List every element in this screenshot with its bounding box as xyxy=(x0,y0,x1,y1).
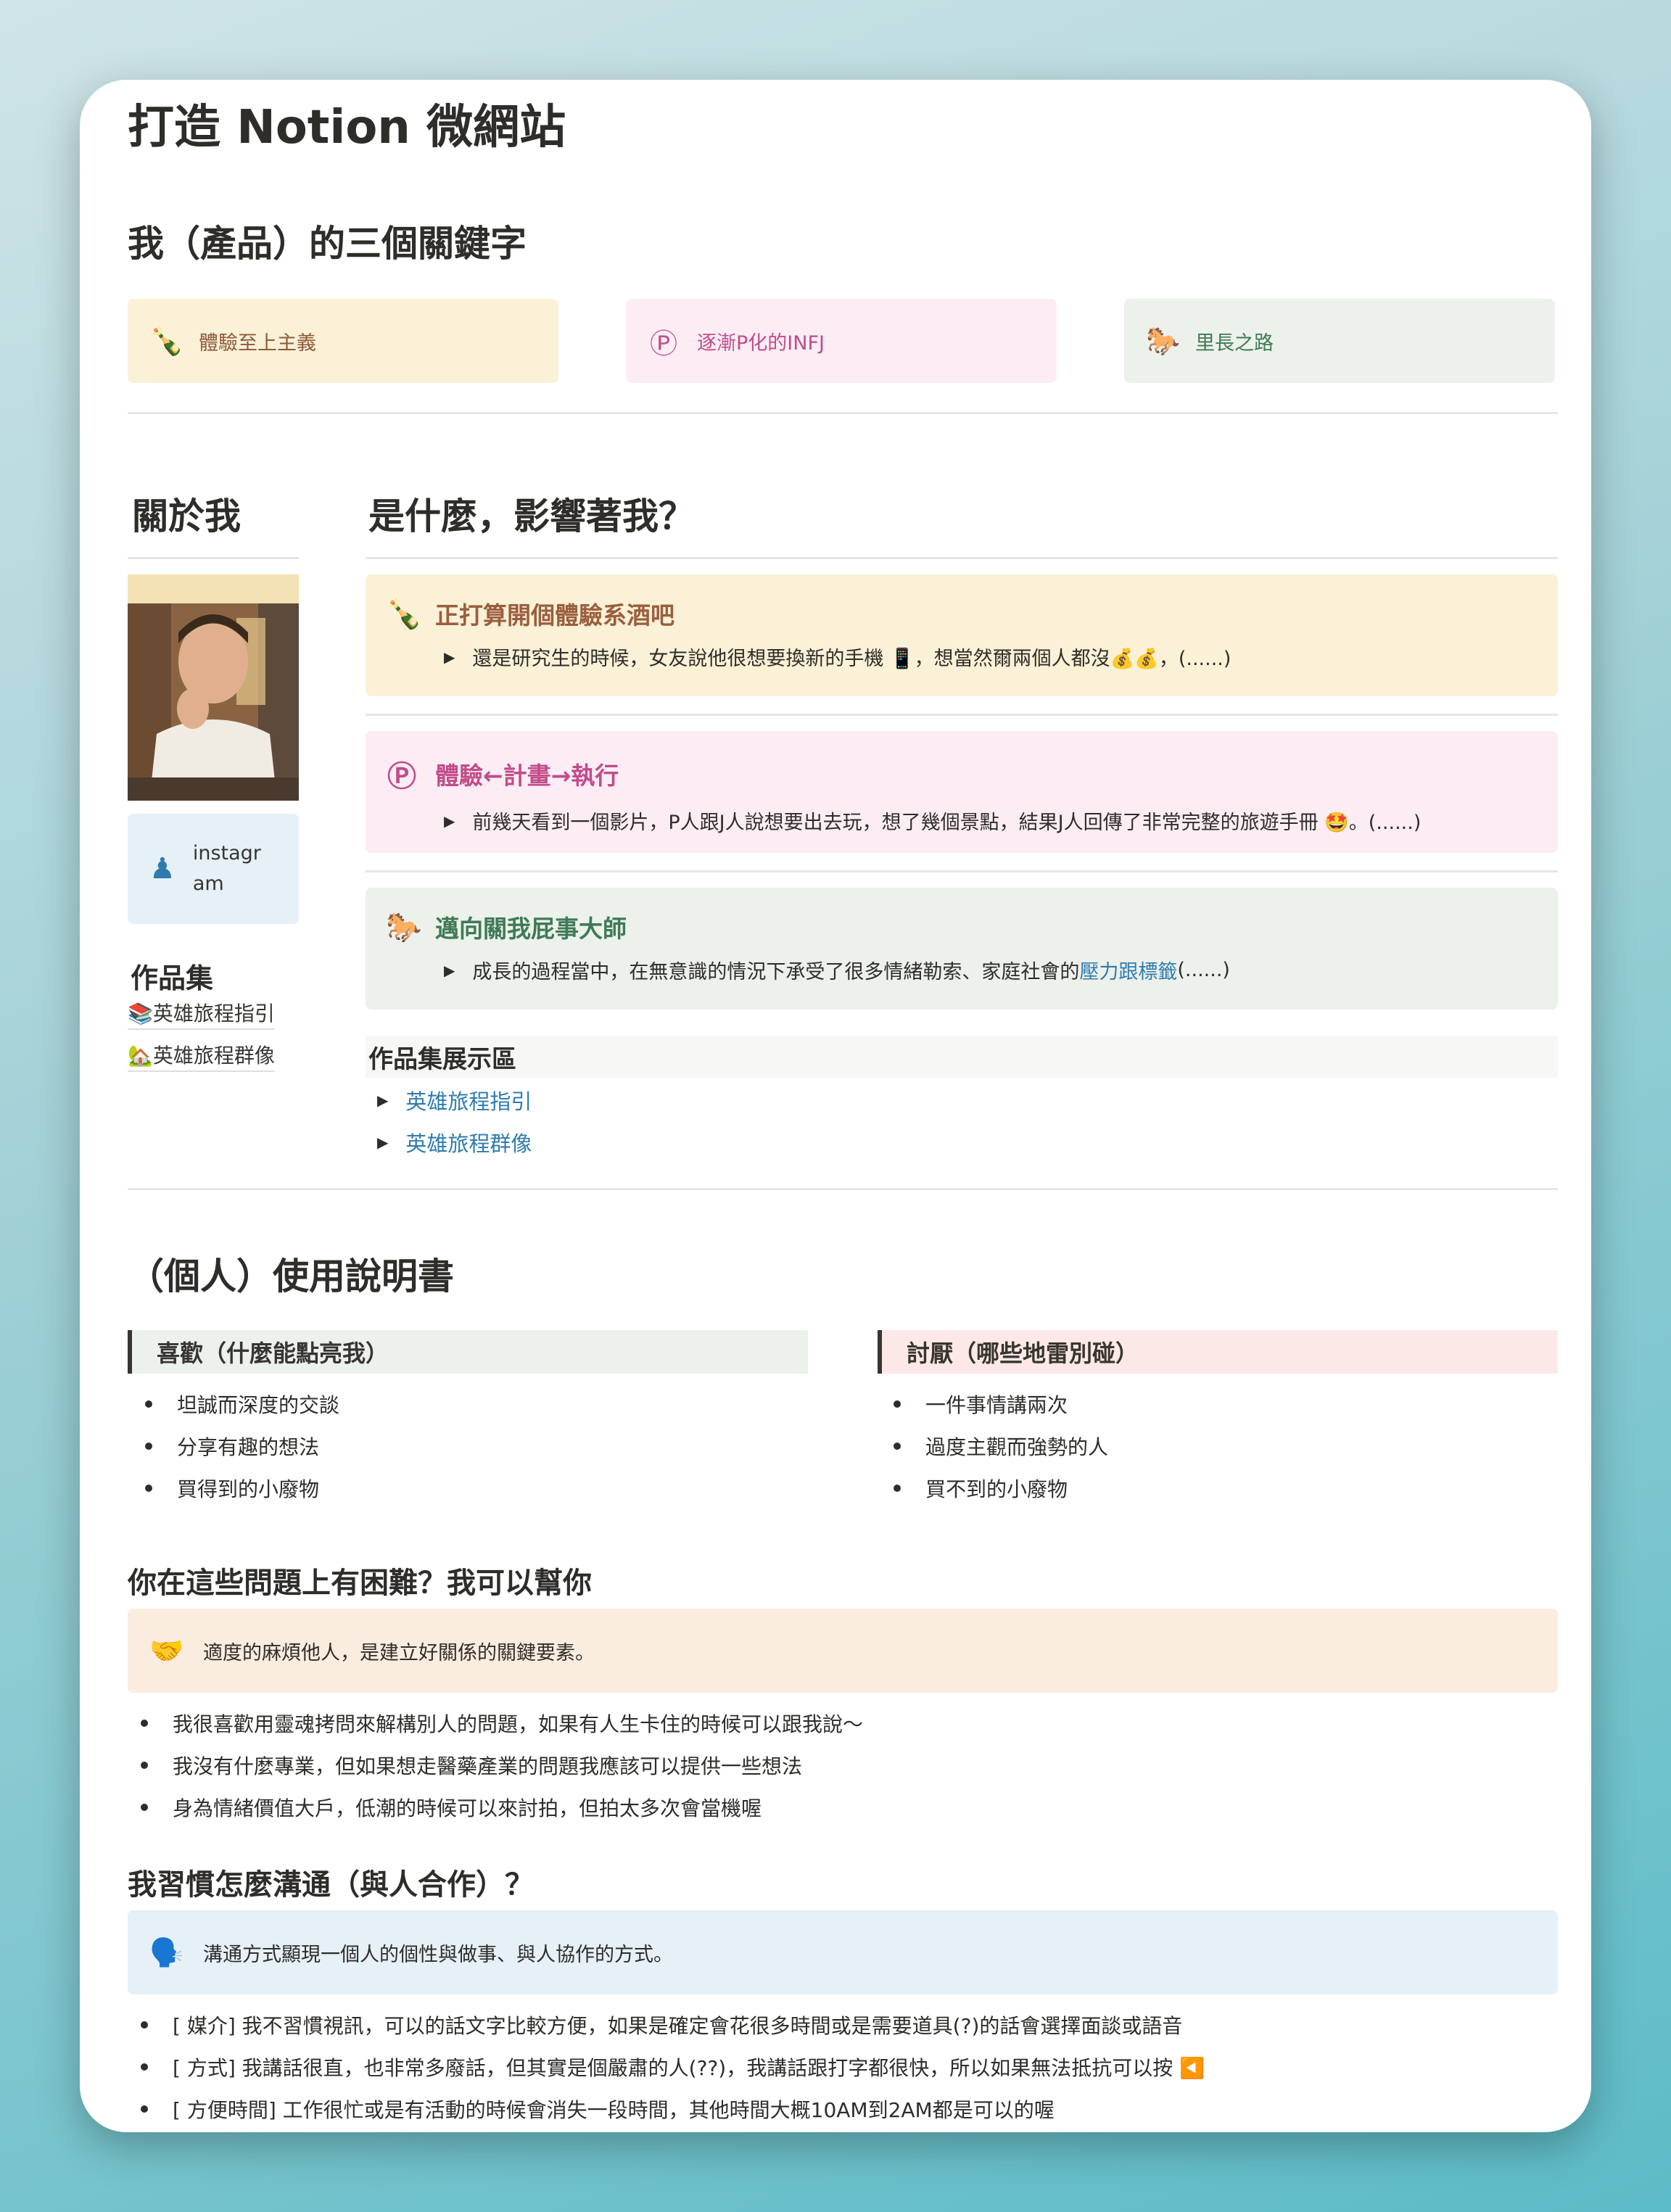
keyword-card-infj[interactable]: Ⓟ 逐漸P化的INFJ xyxy=(626,299,1057,383)
about-heading: 關於我 xyxy=(132,495,241,537)
influence-text: 前幾天看到一個影片，P人跟J人說想要出去玩，想了幾個景點，結果J人回傳了非常完整… xyxy=(472,812,1422,834)
divider xyxy=(128,412,1558,414)
influence-text: 成長的過程當中，在無意識的情況下承受了很多情緒勒索、家庭社會的 xyxy=(472,961,1080,983)
manual-heading: （個人）使用說明書 xyxy=(128,1255,454,1297)
influence-text-tail: (......) xyxy=(1177,959,1230,981)
p-circle-icon: Ⓟ xyxy=(649,327,677,360)
showcase-heading: 作品集展示區 xyxy=(366,1036,1558,1078)
list-item: 我很喜歡用靈魂拷問來解構別人的問題，如果有人生卡住的時候可以跟我說～ xyxy=(141,1709,863,1738)
bottle-icon: 🍾 xyxy=(149,324,184,357)
keyword-label: 逐漸P化的INFJ xyxy=(697,331,825,355)
list-item: 買得到的小廢物 xyxy=(145,1474,319,1503)
communicate-callout: 🗣️ 溝通方式顯現一個人的個性與做事、與人協作的方式。 xyxy=(128,1910,1558,1994)
list-item: [ 媒介] 我不習慣視訊，可以的話文字比較方便，如果是確定會花很多時間或是需要道… xyxy=(141,2010,1182,2039)
showcase-toggle-guide[interactable]: ▶ 英雄旅程指引 xyxy=(377,1085,532,1115)
influence-toggle[interactable]: ▶ 前幾天看到一個影片，P人跟J人說想要出去玩，想了幾個景點，結果J人回傳了非常… xyxy=(386,806,1558,835)
list-item: 坦誠而深度的交談 xyxy=(145,1390,339,1419)
likes-heading: 喜歡（什麼能點亮我） xyxy=(128,1330,808,1374)
portfolio-link-gallery[interactable]: 🏡英雄旅程群像 xyxy=(128,1040,275,1072)
influence-title: 邁向關我屁事大師 xyxy=(435,915,627,943)
keyword-card-experience[interactable]: 🍾 體驗至上主義 xyxy=(128,299,558,383)
influence-text: 還是研究生的時候，女友說他很想要換新的手機 📱，想當然爾兩個人都沒💰💰，(...… xyxy=(472,648,1231,670)
list-item: 一件事情講兩次 xyxy=(894,1390,1068,1419)
help-heading: 你在這些問題上有困難？我可以幫你 xyxy=(128,1567,592,1600)
dislikes-heading: 討厭（哪些地雷別碰） xyxy=(878,1330,1558,1374)
list-item: 分享有趣的想法 xyxy=(145,1432,319,1461)
divider xyxy=(128,557,299,559)
page-card: 打造 Notion 微網站 我（產品）的三個關鍵字 🍾 體驗至上主義 Ⓟ 逐漸P… xyxy=(80,80,1591,2132)
instagram-label: instagram xyxy=(192,842,261,895)
keyword-label: 里長之路 xyxy=(1195,331,1274,355)
influence-toggle[interactable]: ▶ 還是研究生的時候，女友說他很想要換新的手機 📱，想當然爾兩個人都沒💰💰，(.… xyxy=(386,643,1558,671)
influence-callout-bar: 🍾 正打算開個體驗系酒吧 ▶ 還是研究生的時候，女友說他很想要換新的手機 📱，想… xyxy=(366,574,1558,696)
help-callout: 🤝 適度的麻煩他人，是建立好關係的關鍵要素。 xyxy=(128,1609,1558,1693)
communicate-heading: 我習慣怎麼溝通（與人合作）？ xyxy=(128,1868,534,1902)
profile-photo-illustration xyxy=(128,574,299,801)
influences-heading: 是什麼，影響著我？ xyxy=(368,495,695,537)
divider xyxy=(366,714,1558,716)
influence-callout-master: 🐎 邁向關我屁事大師 ▶ 成長的過程當中，在無意識的情況下承受了很多情緒勒索、家… xyxy=(366,888,1558,1010)
showcase-link[interactable]: 英雄旅程群像 xyxy=(405,1127,532,1157)
portfolio-link-guide[interactable]: 📚英雄旅程指引 xyxy=(128,998,275,1030)
list-item: 過度主觀而強勢的人 xyxy=(894,1432,1108,1461)
portfolio-heading: 作品集 xyxy=(131,962,214,994)
triangle-right-icon[interactable]: ▶ xyxy=(444,962,455,979)
list-item: [ 方便時間] 工作很忙或是有活動的時候會消失一段時間，其他時間大概10AM到2… xyxy=(141,2095,1055,2124)
bottle-icon: 🍾 xyxy=(386,597,422,631)
showcase-link[interactable]: 英雄旅程指引 xyxy=(405,1085,532,1115)
triangle-right-icon[interactable]: ▶ xyxy=(444,648,455,666)
speaking-head-icon: 🗣️ xyxy=(149,1936,184,1968)
keyword-card-village-chief[interactable]: 🐎 里長之路 xyxy=(1124,299,1555,383)
influence-title: 體驗←計畫→執行 xyxy=(435,762,619,790)
horse-icon: 🐎 xyxy=(1146,324,1181,357)
instagram-link[interactable]: ♟ instagram xyxy=(128,814,299,924)
influence-title: 正打算開個體驗系酒吧 xyxy=(435,601,674,630)
page-title: 打造 Notion 微網站 xyxy=(128,101,566,154)
divider xyxy=(128,1188,1558,1190)
callout-text: 溝通方式顯現一個人的個性與做事、與人協作的方式。 xyxy=(203,1943,673,1966)
handshake-icon: 🤝 xyxy=(149,1634,184,1667)
list-item: 我沒有什麼專業，但如果想走醫藥產業的問題我應該可以提供一些想法 xyxy=(141,1751,802,1780)
influence-callout-plan: Ⓟ 體驗←計畫→執行 ▶ 前幾天看到一個影片，P人跟J人說想要出去玩，想了幾個景… xyxy=(366,731,1558,853)
divider xyxy=(366,557,1558,559)
divider xyxy=(366,870,1558,872)
list-item: 買不到的小廢物 xyxy=(894,1474,1068,1503)
influence-toggle[interactable]: ▶ 成長的過程當中，在無意識的情況下承受了很多情緒勒索、家庭社會的 壓力跟標籤 (.… xyxy=(386,956,1558,984)
triangle-right-icon[interactable]: ▶ xyxy=(377,1134,388,1151)
profile-photo xyxy=(128,574,299,801)
showcase-toggle-gallery[interactable]: ▶ 英雄旅程群像 xyxy=(377,1127,532,1157)
p-circle-icon: Ⓟ xyxy=(387,760,416,793)
user-icon: ♟ xyxy=(149,852,176,886)
pressure-label-link[interactable]: 壓力跟標籤 xyxy=(1079,956,1177,984)
triangle-right-icon[interactable]: ▶ xyxy=(377,1091,388,1109)
list-item: [ 方式] 我講話很直，也非常多廢話，但其實是個嚴肅的人(??)，我講話跟打字都… xyxy=(141,2052,1205,2081)
keywords-heading: 我（產品）的三個關鍵字 xyxy=(128,223,527,265)
horse-icon: 🐎 xyxy=(386,910,422,944)
callout-text: 適度的麻煩他人，是建立好關係的關鍵要素。 xyxy=(203,1641,595,1664)
triangle-right-icon[interactable]: ▶ xyxy=(444,812,455,830)
list-item: 身為情緒價值大戶，低潮的時候可以來討拍，但拍太多次會當機喔 xyxy=(141,1793,762,1822)
keyword-label: 體驗至上主義 xyxy=(199,331,316,355)
